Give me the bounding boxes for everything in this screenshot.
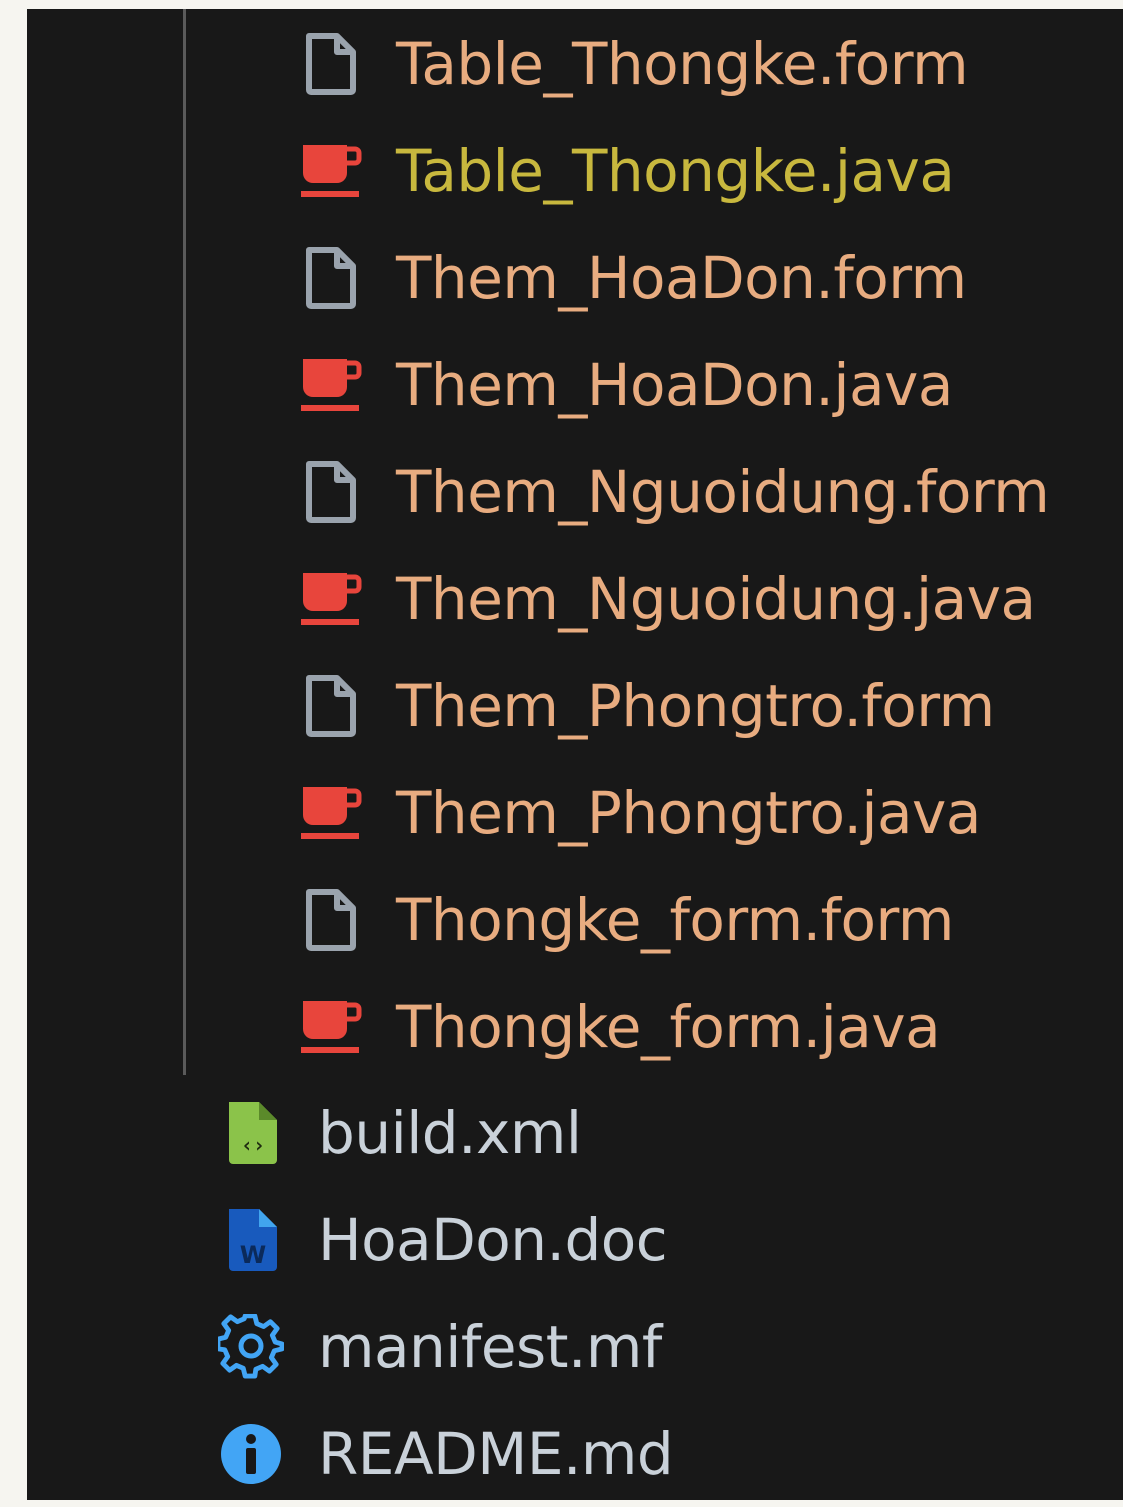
file-row-hoadon-doc[interactable]: W HoaDon.doc bbox=[216, 1186, 668, 1293]
file-label: Them_Phongtro.form bbox=[396, 671, 995, 740]
file-row-them-nguoidung-java[interactable]: Them_Nguoidung.java bbox=[296, 545, 1036, 652]
file-label: Thongke_form.java bbox=[396, 992, 941, 1061]
file-row-them-phongtro-java[interactable]: Them_Phongtro.java bbox=[296, 759, 981, 866]
file-label: Them_Phongtro.java bbox=[396, 778, 981, 847]
gear-icon bbox=[216, 1312, 286, 1382]
file-row-them-phongtro-form[interactable]: Them_Phongtro.form bbox=[296, 652, 995, 759]
java-icon bbox=[296, 564, 366, 634]
file-row-them-nguoidung-form[interactable]: Them_Nguoidung.form bbox=[296, 438, 1050, 545]
java-icon bbox=[296, 778, 366, 848]
file-row-table-thongke-form[interactable]: Table_Thongke.form bbox=[296, 10, 969, 117]
file-row-thongke-form-form[interactable]: Thongke_form.form bbox=[296, 866, 954, 973]
file-row-build-xml[interactable]: ‹› build.xml bbox=[216, 1079, 582, 1186]
java-icon bbox=[296, 136, 366, 206]
file-row-table-thongke-java[interactable]: Table_Thongke.java bbox=[296, 117, 955, 224]
file-row-them-hoadon-form[interactable]: Them_HoaDon.form bbox=[296, 224, 967, 331]
java-icon bbox=[296, 992, 366, 1062]
file-label: Table_Thongke.java bbox=[396, 136, 955, 205]
svg-text:W: W bbox=[240, 1241, 266, 1269]
word-file-icon: W bbox=[216, 1205, 286, 1275]
file-row-thongke-form-java[interactable]: Thongke_form.java bbox=[296, 973, 941, 1080]
file-label: README.md bbox=[318, 1419, 674, 1488]
tree-indent-guide bbox=[183, 9, 186, 1075]
file-icon bbox=[296, 457, 366, 527]
file-row-them-hoadon-java[interactable]: Them_HoaDon.java bbox=[296, 331, 953, 438]
svg-text:‹›: ‹› bbox=[241, 1133, 265, 1157]
file-icon bbox=[296, 671, 366, 741]
file-label: HoaDon.doc bbox=[318, 1205, 668, 1274]
file-label: Table_Thongke.form bbox=[396, 29, 969, 98]
file-label: manifest.mf bbox=[318, 1312, 662, 1381]
file-label: build.xml bbox=[318, 1098, 582, 1167]
file-icon bbox=[296, 885, 366, 955]
file-row-readme-md[interactable]: README.md bbox=[216, 1400, 674, 1507]
xml-file-icon: ‹› bbox=[216, 1098, 286, 1168]
file-icon bbox=[296, 243, 366, 313]
file-row-manifest-mf[interactable]: manifest.mf bbox=[216, 1293, 662, 1400]
file-label: Them_Nguoidung.java bbox=[396, 564, 1036, 633]
file-label: Them_HoaDon.form bbox=[396, 243, 967, 312]
info-icon bbox=[216, 1419, 286, 1489]
file-icon bbox=[296, 29, 366, 99]
file-label: Thongke_form.form bbox=[396, 885, 954, 954]
file-label: Them_HoaDon.java bbox=[396, 350, 953, 419]
java-icon bbox=[296, 350, 366, 420]
file-label: Them_Nguoidung.form bbox=[396, 457, 1050, 526]
